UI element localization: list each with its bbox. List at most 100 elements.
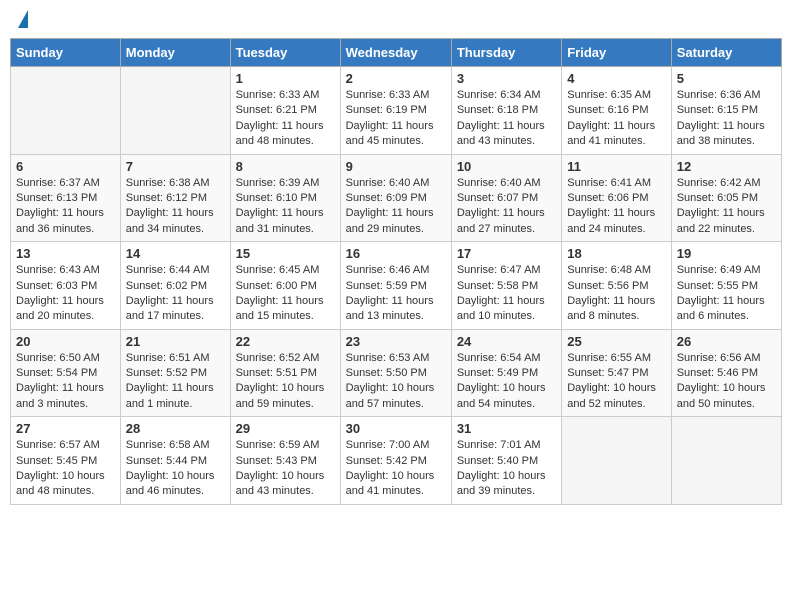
day-number: 3 [457, 71, 556, 86]
day-number: 16 [346, 246, 446, 261]
day-number: 4 [567, 71, 665, 86]
calendar-cell [562, 417, 671, 505]
calendar-cell: 31 Sunrise: 7:01 AMSunset: 5:40 PMDaylig… [451, 417, 561, 505]
day-info: Sunrise: 6:54 AMSunset: 5:49 PMDaylight:… [457, 351, 556, 413]
day-info: Sunrise: 6:57 AMSunset: 5:45 PMDaylight:… [16, 438, 115, 500]
calendar-week-row: 13 Sunrise: 6:43 AMSunset: 6:03 PMDaylig… [11, 242, 782, 330]
column-header-tuesday: Tuesday [230, 39, 340, 67]
day-number: 12 [677, 159, 776, 174]
day-number: 21 [126, 334, 225, 349]
day-info: Sunrise: 7:01 AMSunset: 5:40 PMDaylight:… [457, 438, 556, 500]
day-number: 19 [677, 246, 776, 261]
day-info: Sunrise: 6:45 AMSunset: 6:00 PMDaylight:… [236, 263, 335, 325]
calendar-cell: 29 Sunrise: 6:59 AMSunset: 5:43 PMDaylig… [230, 417, 340, 505]
day-number: 25 [567, 334, 665, 349]
day-number: 1 [236, 71, 335, 86]
day-number: 5 [677, 71, 776, 86]
calendar-cell: 11 Sunrise: 6:41 AMSunset: 6:06 PMDaylig… [562, 154, 671, 242]
calendar-week-row: 20 Sunrise: 6:50 AMSunset: 5:54 PMDaylig… [11, 329, 782, 417]
calendar-cell: 23 Sunrise: 6:53 AMSunset: 5:50 PMDaylig… [340, 329, 451, 417]
calendar-cell: 2 Sunrise: 6:33 AMSunset: 6:19 PMDayligh… [340, 67, 451, 155]
day-number: 18 [567, 246, 665, 261]
calendar-header-row: SundayMondayTuesdayWednesdayThursdayFrid… [11, 39, 782, 67]
day-number: 31 [457, 421, 556, 436]
calendar-cell: 13 Sunrise: 6:43 AMSunset: 6:03 PMDaylig… [11, 242, 121, 330]
calendar-cell: 7 Sunrise: 6:38 AMSunset: 6:12 PMDayligh… [120, 154, 230, 242]
day-number: 8 [236, 159, 335, 174]
column-header-saturday: Saturday [671, 39, 781, 67]
day-number: 2 [346, 71, 446, 86]
day-info: Sunrise: 6:49 AMSunset: 5:55 PMDaylight:… [677, 263, 776, 325]
day-number: 14 [126, 246, 225, 261]
day-info: Sunrise: 6:39 AMSunset: 6:10 PMDaylight:… [236, 176, 335, 238]
day-info: Sunrise: 6:48 AMSunset: 5:56 PMDaylight:… [567, 263, 665, 325]
day-info: Sunrise: 6:33 AMSunset: 6:19 PMDaylight:… [346, 88, 446, 150]
day-number: 13 [16, 246, 115, 261]
calendar-cell: 6 Sunrise: 6:37 AMSunset: 6:13 PMDayligh… [11, 154, 121, 242]
day-number: 28 [126, 421, 225, 436]
calendar-cell: 3 Sunrise: 6:34 AMSunset: 6:18 PMDayligh… [451, 67, 561, 155]
calendar-cell: 20 Sunrise: 6:50 AMSunset: 5:54 PMDaylig… [11, 329, 121, 417]
calendar-week-row: 6 Sunrise: 6:37 AMSunset: 6:13 PMDayligh… [11, 154, 782, 242]
calendar-cell: 14 Sunrise: 6:44 AMSunset: 6:02 PMDaylig… [120, 242, 230, 330]
column-header-friday: Friday [562, 39, 671, 67]
calendar-cell: 8 Sunrise: 6:39 AMSunset: 6:10 PMDayligh… [230, 154, 340, 242]
day-info: Sunrise: 6:40 AMSunset: 6:09 PMDaylight:… [346, 176, 446, 238]
day-number: 24 [457, 334, 556, 349]
day-info: Sunrise: 6:42 AMSunset: 6:05 PMDaylight:… [677, 176, 776, 238]
day-number: 23 [346, 334, 446, 349]
calendar-table: SundayMondayTuesdayWednesdayThursdayFrid… [10, 38, 782, 505]
day-info: Sunrise: 6:36 AMSunset: 6:15 PMDaylight:… [677, 88, 776, 150]
calendar-cell: 30 Sunrise: 7:00 AMSunset: 5:42 PMDaylig… [340, 417, 451, 505]
calendar-cell: 9 Sunrise: 6:40 AMSunset: 6:09 PMDayligh… [340, 154, 451, 242]
day-info: Sunrise: 6:38 AMSunset: 6:12 PMDaylight:… [126, 176, 225, 238]
calendar-week-row: 1 Sunrise: 6:33 AMSunset: 6:21 PMDayligh… [11, 67, 782, 155]
calendar-cell: 27 Sunrise: 6:57 AMSunset: 5:45 PMDaylig… [11, 417, 121, 505]
day-number: 17 [457, 246, 556, 261]
day-info: Sunrise: 6:44 AMSunset: 6:02 PMDaylight:… [126, 263, 225, 325]
calendar-cell [671, 417, 781, 505]
day-number: 11 [567, 159, 665, 174]
column-header-sunday: Sunday [11, 39, 121, 67]
calendar-cell: 25 Sunrise: 6:55 AMSunset: 5:47 PMDaylig… [562, 329, 671, 417]
day-info: Sunrise: 6:46 AMSunset: 5:59 PMDaylight:… [346, 263, 446, 325]
day-info: Sunrise: 6:52 AMSunset: 5:51 PMDaylight:… [236, 351, 335, 413]
day-number: 15 [236, 246, 335, 261]
calendar-cell: 22 Sunrise: 6:52 AMSunset: 5:51 PMDaylig… [230, 329, 340, 417]
day-number: 6 [16, 159, 115, 174]
day-number: 27 [16, 421, 115, 436]
calendar-cell: 10 Sunrise: 6:40 AMSunset: 6:07 PMDaylig… [451, 154, 561, 242]
day-info: Sunrise: 6:35 AMSunset: 6:16 PMDaylight:… [567, 88, 665, 150]
day-number: 29 [236, 421, 335, 436]
calendar-cell: 24 Sunrise: 6:54 AMSunset: 5:49 PMDaylig… [451, 329, 561, 417]
calendar-cell: 28 Sunrise: 6:58 AMSunset: 5:44 PMDaylig… [120, 417, 230, 505]
page-header [10, 10, 782, 28]
day-info: Sunrise: 7:00 AMSunset: 5:42 PMDaylight:… [346, 438, 446, 500]
day-info: Sunrise: 6:56 AMSunset: 5:46 PMDaylight:… [677, 351, 776, 413]
day-info: Sunrise: 6:47 AMSunset: 5:58 PMDaylight:… [457, 263, 556, 325]
logo-triangle-icon [18, 10, 28, 28]
calendar-cell: 17 Sunrise: 6:47 AMSunset: 5:58 PMDaylig… [451, 242, 561, 330]
day-info: Sunrise: 6:53 AMSunset: 5:50 PMDaylight:… [346, 351, 446, 413]
day-info: Sunrise: 6:33 AMSunset: 6:21 PMDaylight:… [236, 88, 335, 150]
day-info: Sunrise: 6:43 AMSunset: 6:03 PMDaylight:… [16, 263, 115, 325]
calendar-week-row: 27 Sunrise: 6:57 AMSunset: 5:45 PMDaylig… [11, 417, 782, 505]
calendar-cell: 18 Sunrise: 6:48 AMSunset: 5:56 PMDaylig… [562, 242, 671, 330]
calendar-cell: 12 Sunrise: 6:42 AMSunset: 6:05 PMDaylig… [671, 154, 781, 242]
day-info: Sunrise: 6:37 AMSunset: 6:13 PMDaylight:… [16, 176, 115, 238]
calendar-cell: 4 Sunrise: 6:35 AMSunset: 6:16 PMDayligh… [562, 67, 671, 155]
day-info: Sunrise: 6:51 AMSunset: 5:52 PMDaylight:… [126, 351, 225, 413]
day-info: Sunrise: 6:40 AMSunset: 6:07 PMDaylight:… [457, 176, 556, 238]
day-info: Sunrise: 6:50 AMSunset: 5:54 PMDaylight:… [16, 351, 115, 413]
column-header-thursday: Thursday [451, 39, 561, 67]
day-number: 22 [236, 334, 335, 349]
calendar-cell: 15 Sunrise: 6:45 AMSunset: 6:00 PMDaylig… [230, 242, 340, 330]
calendar-cell [120, 67, 230, 155]
day-number: 9 [346, 159, 446, 174]
calendar-cell [11, 67, 121, 155]
day-info: Sunrise: 6:41 AMSunset: 6:06 PMDaylight:… [567, 176, 665, 238]
day-number: 20 [16, 334, 115, 349]
calendar-cell: 1 Sunrise: 6:33 AMSunset: 6:21 PMDayligh… [230, 67, 340, 155]
day-number: 26 [677, 334, 776, 349]
day-info: Sunrise: 6:55 AMSunset: 5:47 PMDaylight:… [567, 351, 665, 413]
